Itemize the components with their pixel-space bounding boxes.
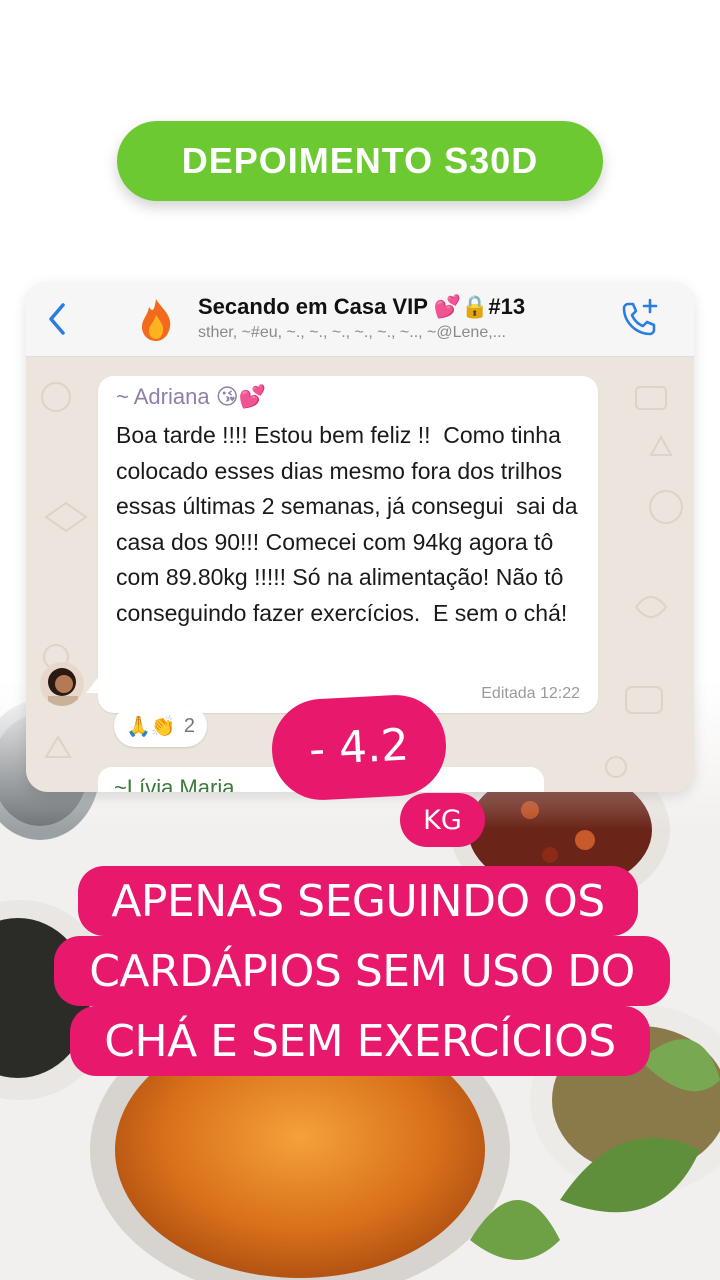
phone-plus-icon [622,298,658,336]
message-text: Boa tarde !!!! Estou bem feliz !! Como t… [116,422,584,626]
group-members: sther, ~#eu, ~., ~., ~., ~., ~., ~.., ~@… [198,324,506,341]
message-bubble[interactable]: ~ Adriana 😘💕 Boa tarde !!!! Estou bem fe… [98,376,598,713]
chat-header: Secando em Casa VIP 💕🔒#13 sther, ~#eu, ~… [26,282,694,357]
testimonial-title-badge: DEPOIMENTO S30D [117,121,603,201]
avatar[interactable] [40,662,84,706]
back-button[interactable] [42,300,72,338]
edited-timestamp: Editada 12:22 [481,685,580,702]
weight-loss-badge: - 4.2 [269,692,449,803]
message-sender: ~ Adriana 😘💕 [116,384,267,409]
reaction-emojis: 🙏👏 [126,715,176,738]
reaction-count: 2 [183,714,195,737]
caption-block: APENAS SEGUINDO OS CARDÁPIOS SEM USO DO … [52,866,672,1076]
weight-unit-badge: KG [400,793,485,847]
group-name[interactable]: Secando em Casa VIP 💕🔒#13 [198,294,525,320]
reactions-pill[interactable]: 🙏👏 2 [114,705,207,747]
caption-line-1: APENAS SEGUINDO OS [78,866,638,936]
group-avatar-fire-icon[interactable] [130,294,182,346]
next-message-sender: ~Lívia Maria [114,775,235,792]
chevron-left-icon [49,303,65,335]
caption-line-2: CARDÁPIOS SEM USO DO [54,936,670,1006]
add-call-button[interactable] [620,298,660,338]
caption-line-3: CHÁ E SEM EXERCÍCIOS [70,1006,650,1076]
